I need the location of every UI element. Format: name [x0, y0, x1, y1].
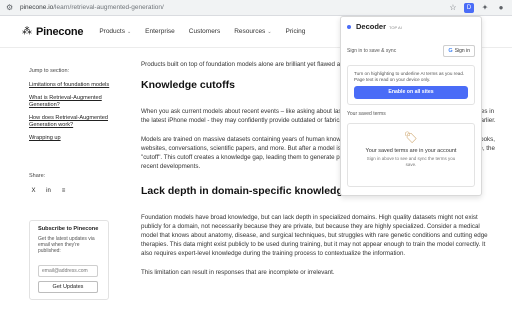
profile-icon[interactable]: ●: [496, 3, 506, 13]
popup-version: TOP AI: [389, 25, 402, 30]
nav-resources[interactable]: Resources ⌄: [234, 28, 271, 35]
pinecone-logo[interactable]: ⁂ Pinecone: [22, 25, 84, 38]
saved-terms-label: Your saved terms: [347, 111, 386, 118]
x-share-icon[interactable]: X: [29, 187, 38, 196]
browser-actions: ☆ D ✦ ●: [448, 3, 506, 13]
toc-link-how-rag-works[interactable]: How does Retrieval-Augmented Generation …: [29, 115, 117, 129]
tag-icon: 🏷: [404, 132, 418, 145]
bookmark-star-icon[interactable]: ☆: [448, 3, 458, 13]
signin-button[interactable]: G Sign in: [443, 45, 475, 57]
nav-products[interactable]: Products ⌄: [99, 28, 131, 35]
nav-enterprise[interactable]: Enterprise: [145, 28, 175, 35]
email-input[interactable]: [38, 265, 98, 277]
saved-terms-subtitle: Sign in above to see and sync the terms …: [366, 156, 456, 167]
browser-toolbar: ⚙ pinecone.io/learn/retrieval-augmented-…: [0, 0, 512, 16]
decoder-extension-popup: Decoder TOP AI Sign in to save & sync GS…: [340, 16, 482, 196]
nav-customers[interactable]: Customers: [189, 28, 220, 35]
highlighting-card: Turn on highlighting to underline AI ter…: [347, 65, 475, 106]
saved-terms-title: Your saved terms are in your account: [365, 148, 457, 155]
share-label: Share:: [29, 173, 46, 179]
signin-prompt: Sign in to save & sync: [347, 48, 397, 54]
chevron-down-icon: ⌄: [267, 28, 272, 35]
extensions-puzzle-icon[interactable]: ✦: [480, 3, 490, 13]
toc-link-limitations[interactable]: Limitations of foundation models: [29, 82, 117, 89]
highlighting-description: Turn on highlighting to underline AI ter…: [354, 71, 465, 82]
depth-paragraph-1: Foundation models have broad knowledge, …: [141, 214, 488, 257]
chevron-down-icon: ⌄: [126, 28, 132, 35]
share-icons: X in ≡: [29, 187, 68, 196]
url-path: /learn/retrieval-augmented-generation/: [53, 4, 164, 11]
depth-paragraph-2: This limitation can result in responses …: [141, 269, 335, 276]
popup-title: Decoder: [356, 22, 387, 31]
nav-pricing[interactable]: Pricing: [286, 28, 306, 35]
get-updates-button[interactable]: Get Updates: [38, 281, 98, 293]
linkedin-share-icon[interactable]: in: [44, 187, 53, 196]
url-host: pinecone.io: [20, 4, 54, 11]
subscribe-description: Get the latest updates via email when th…: [38, 236, 95, 254]
pinecone-logo-icon: ⁂: [22, 25, 32, 37]
toc-link-what-is-rag[interactable]: What is Retrieval-Augmented Generation?: [29, 95, 117, 109]
brand-name: Pinecone: [36, 25, 84, 38]
saved-terms-card: 🏷 Your saved terms are in your account S…: [347, 123, 475, 188]
site-info-icon[interactable]: ⚙: [6, 3, 16, 13]
toc-link-wrapping-up[interactable]: Wrapping up: [29, 135, 117, 142]
enable-all-sites-button[interactable]: Enable on all sites: [354, 86, 468, 100]
decoder-logo-icon: [347, 25, 351, 29]
subscribe-title: Subscribe to Pinecone: [38, 226, 99, 232]
google-icon: G: [448, 48, 453, 54]
address-bar[interactable]: pinecone.io/learn/retrieval-augmented-ge…: [20, 4, 164, 11]
jump-label: Jump to section:: [29, 68, 70, 74]
table-of-contents: Jump to section: Limitations of foundati…: [29, 68, 117, 148]
hackernews-share-icon[interactable]: ≡: [59, 187, 68, 196]
decoder-extension-icon[interactable]: D: [464, 3, 474, 13]
subscribe-card: Subscribe to Pinecone Get the latest upd…: [29, 220, 109, 300]
